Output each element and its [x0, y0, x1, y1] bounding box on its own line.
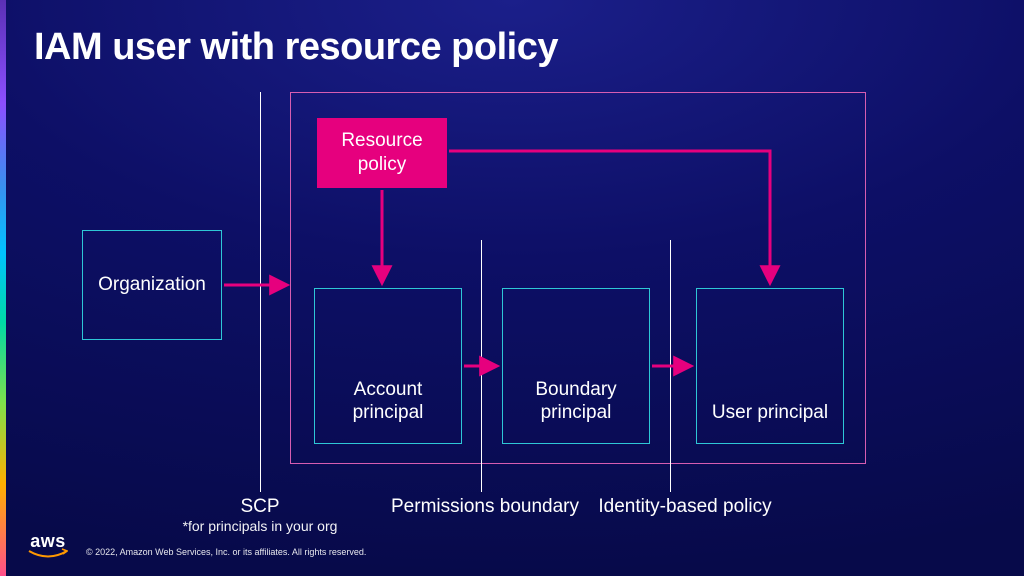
node-label: Resource policy — [324, 129, 440, 177]
node-label: Account principal — [321, 378, 455, 426]
copyright-text: © 2022, Amazon Web Services, Inc. or its… — [86, 547, 366, 557]
node-label: Boundary principal — [509, 378, 643, 426]
diagram-canvas: Organization Resource policy Account pri… — [0, 0, 1024, 576]
node-label: Organization — [98, 273, 206, 297]
footer: aws © 2022, Amazon Web Services, Inc. or… — [28, 532, 366, 560]
divider-identity-policy — [670, 240, 671, 492]
divider-scp — [260, 92, 261, 492]
node-resource-policy: Resource policy — [317, 118, 447, 188]
node-label: User principal — [712, 401, 828, 425]
aws-swoosh-icon — [28, 548, 68, 560]
label-scp: SCP — [200, 496, 320, 518]
aws-logo: aws — [28, 532, 68, 560]
node-organization: Organization — [82, 230, 222, 340]
node-boundary-principal: Boundary principal — [502, 288, 650, 444]
divider-permissions-boundary — [481, 240, 482, 492]
node-account-principal: Account principal — [314, 288, 462, 444]
label-identity-policy: Identity-based policy — [580, 496, 790, 518]
node-user-principal: User principal — [696, 288, 844, 444]
label-permissions-boundary: Permissions boundary — [380, 496, 590, 518]
